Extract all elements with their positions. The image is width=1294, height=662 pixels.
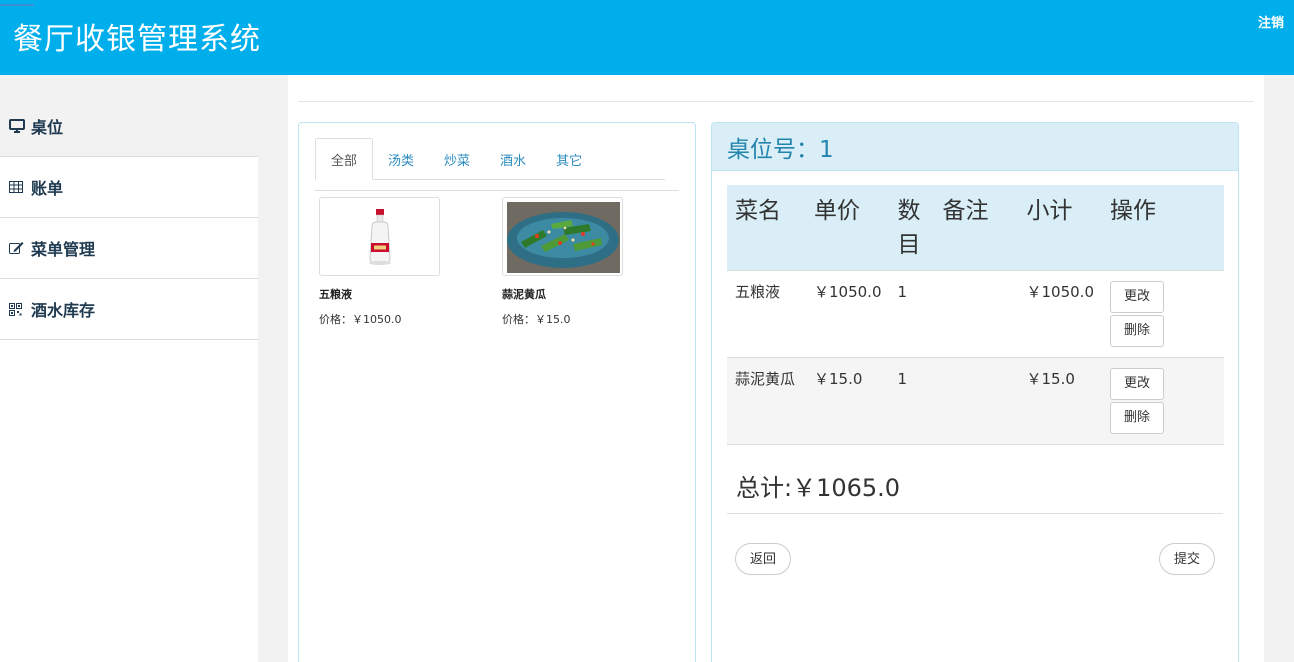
sidebar-item-label: 菜单管理 (31, 240, 96, 259)
table-row: 蒜泥黄瓜 ￥15.0 1 ￥15.0 更改 删除 (727, 357, 1224, 445)
dish-card-garlic-cucumber[interactable]: 蒜泥黄瓜 价格：￥15.0 (502, 197, 662, 327)
top-header: 餐厅收银管理系统 注销 (0, 0, 1294, 75)
sidebar-item-bills[interactable]: 账单 (0, 157, 258, 218)
divider (298, 101, 1254, 102)
order-total: 总计:￥1065.0 (736, 474, 901, 502)
tab-stir-fry[interactable]: 炒菜 (429, 138, 485, 180)
dish-menu-panel: 全部 汤类 炒菜 酒水 其它 五粮液 价格：￥1050.0 蒜泥黄瓜 价格：￥1… (298, 122, 696, 662)
cell-note (934, 357, 1019, 445)
divider (315, 190, 679, 191)
loading-indicator (0, 4, 34, 6)
column-header: 备注 (934, 185, 1019, 271)
edit-button[interactable]: 更改 (1110, 281, 1164, 313)
cell-unit-price: ￥1050.0 (806, 270, 890, 358)
qrcode-icon (9, 302, 31, 316)
cell-qty: 1 (889, 270, 935, 358)
sidebar: 桌位 账单 菜单管理 酒水库存 (0, 96, 258, 662)
sidebar-item-label: 桌位 (31, 118, 64, 137)
sidebar-item-menu-management[interactable]: 菜单管理 (0, 218, 258, 279)
table-icon (9, 181, 31, 193)
table-number-title: 桌位号：1 (712, 123, 1238, 171)
tab-all[interactable]: 全部 (315, 138, 374, 180)
table-header-row: 菜名 单价 数目 备注 小计 操作 (727, 185, 1224, 271)
sidebar-item-label: 酒水库存 (31, 301, 96, 320)
liquor-bottle-image[interactable] (319, 197, 440, 276)
sidebar-item-drink-stock[interactable]: 酒水库存 (0, 279, 258, 340)
order-table: 菜名 单价 数目 备注 小计 操作 五粮液 ￥1050.0 1 ￥1050.0 … (727, 185, 1224, 445)
sidebar-item-label: 账单 (31, 179, 64, 198)
cell-name: 蒜泥黄瓜 (727, 357, 806, 445)
tab-other[interactable]: 其它 (541, 138, 597, 180)
dish-price: 价格：￥1050.0 (319, 313, 402, 326)
divider (727, 513, 1223, 514)
cell-subtotal: ￥1050.0 (1018, 270, 1102, 358)
monitor-icon (9, 118, 31, 134)
edit-button[interactable]: 更改 (1110, 368, 1164, 400)
dish-card-wuliangye[interactable]: 五粮液 价格：￥1050.0 (319, 197, 479, 327)
submit-button[interactable]: 提交 (1158, 543, 1215, 575)
dish-name: 五粮液 (319, 288, 352, 301)
logout-link[interactable]: 注销 (1258, 12, 1284, 31)
column-header: 数目 (889, 185, 935, 271)
table-row: 五粮液 ￥1050.0 1 ￥1050.0 更改 删除 (727, 270, 1224, 358)
cell-note (934, 270, 1019, 358)
app-title: 餐厅收银管理系统 (13, 22, 261, 57)
delete-button[interactable]: 删除 (1110, 402, 1164, 434)
cell-name: 五粮液 (727, 270, 806, 358)
delete-button[interactable]: 删除 (1110, 315, 1164, 347)
column-header: 单价 (806, 185, 890, 271)
cell-unit-price: ￥15.0 (806, 357, 890, 445)
cell-actions: 更改 删除 (1102, 357, 1224, 445)
sidebar-item-tables[interactable]: 桌位 (0, 96, 258, 157)
right-gutter (1264, 75, 1294, 662)
dish-name: 蒜泥黄瓜 (502, 288, 546, 301)
back-button[interactable]: 返回 (735, 543, 792, 575)
cell-subtotal: ￥15.0 (1018, 357, 1102, 445)
cell-qty: 1 (889, 357, 935, 445)
column-header: 小计 (1018, 185, 1102, 271)
dish-price: 价格：￥15.0 (502, 313, 571, 326)
cucumber-dish-image[interactable] (502, 197, 623, 276)
order-panel: 桌位号：1 菜名 单价 数目 备注 小计 操作 五粮液 ￥1050.0 1 ￥1… (711, 122, 1239, 662)
column-header: 操作 (1102, 185, 1224, 271)
category-tabs: 全部 汤类 炒菜 酒水 其它 (315, 138, 665, 180)
cell-actions: 更改 删除 (1102, 270, 1224, 358)
tab-soup[interactable]: 汤类 (373, 138, 429, 180)
column-header: 菜名 (727, 185, 806, 271)
tab-drinks[interactable]: 酒水 (485, 138, 541, 180)
edit-icon (9, 241, 31, 255)
